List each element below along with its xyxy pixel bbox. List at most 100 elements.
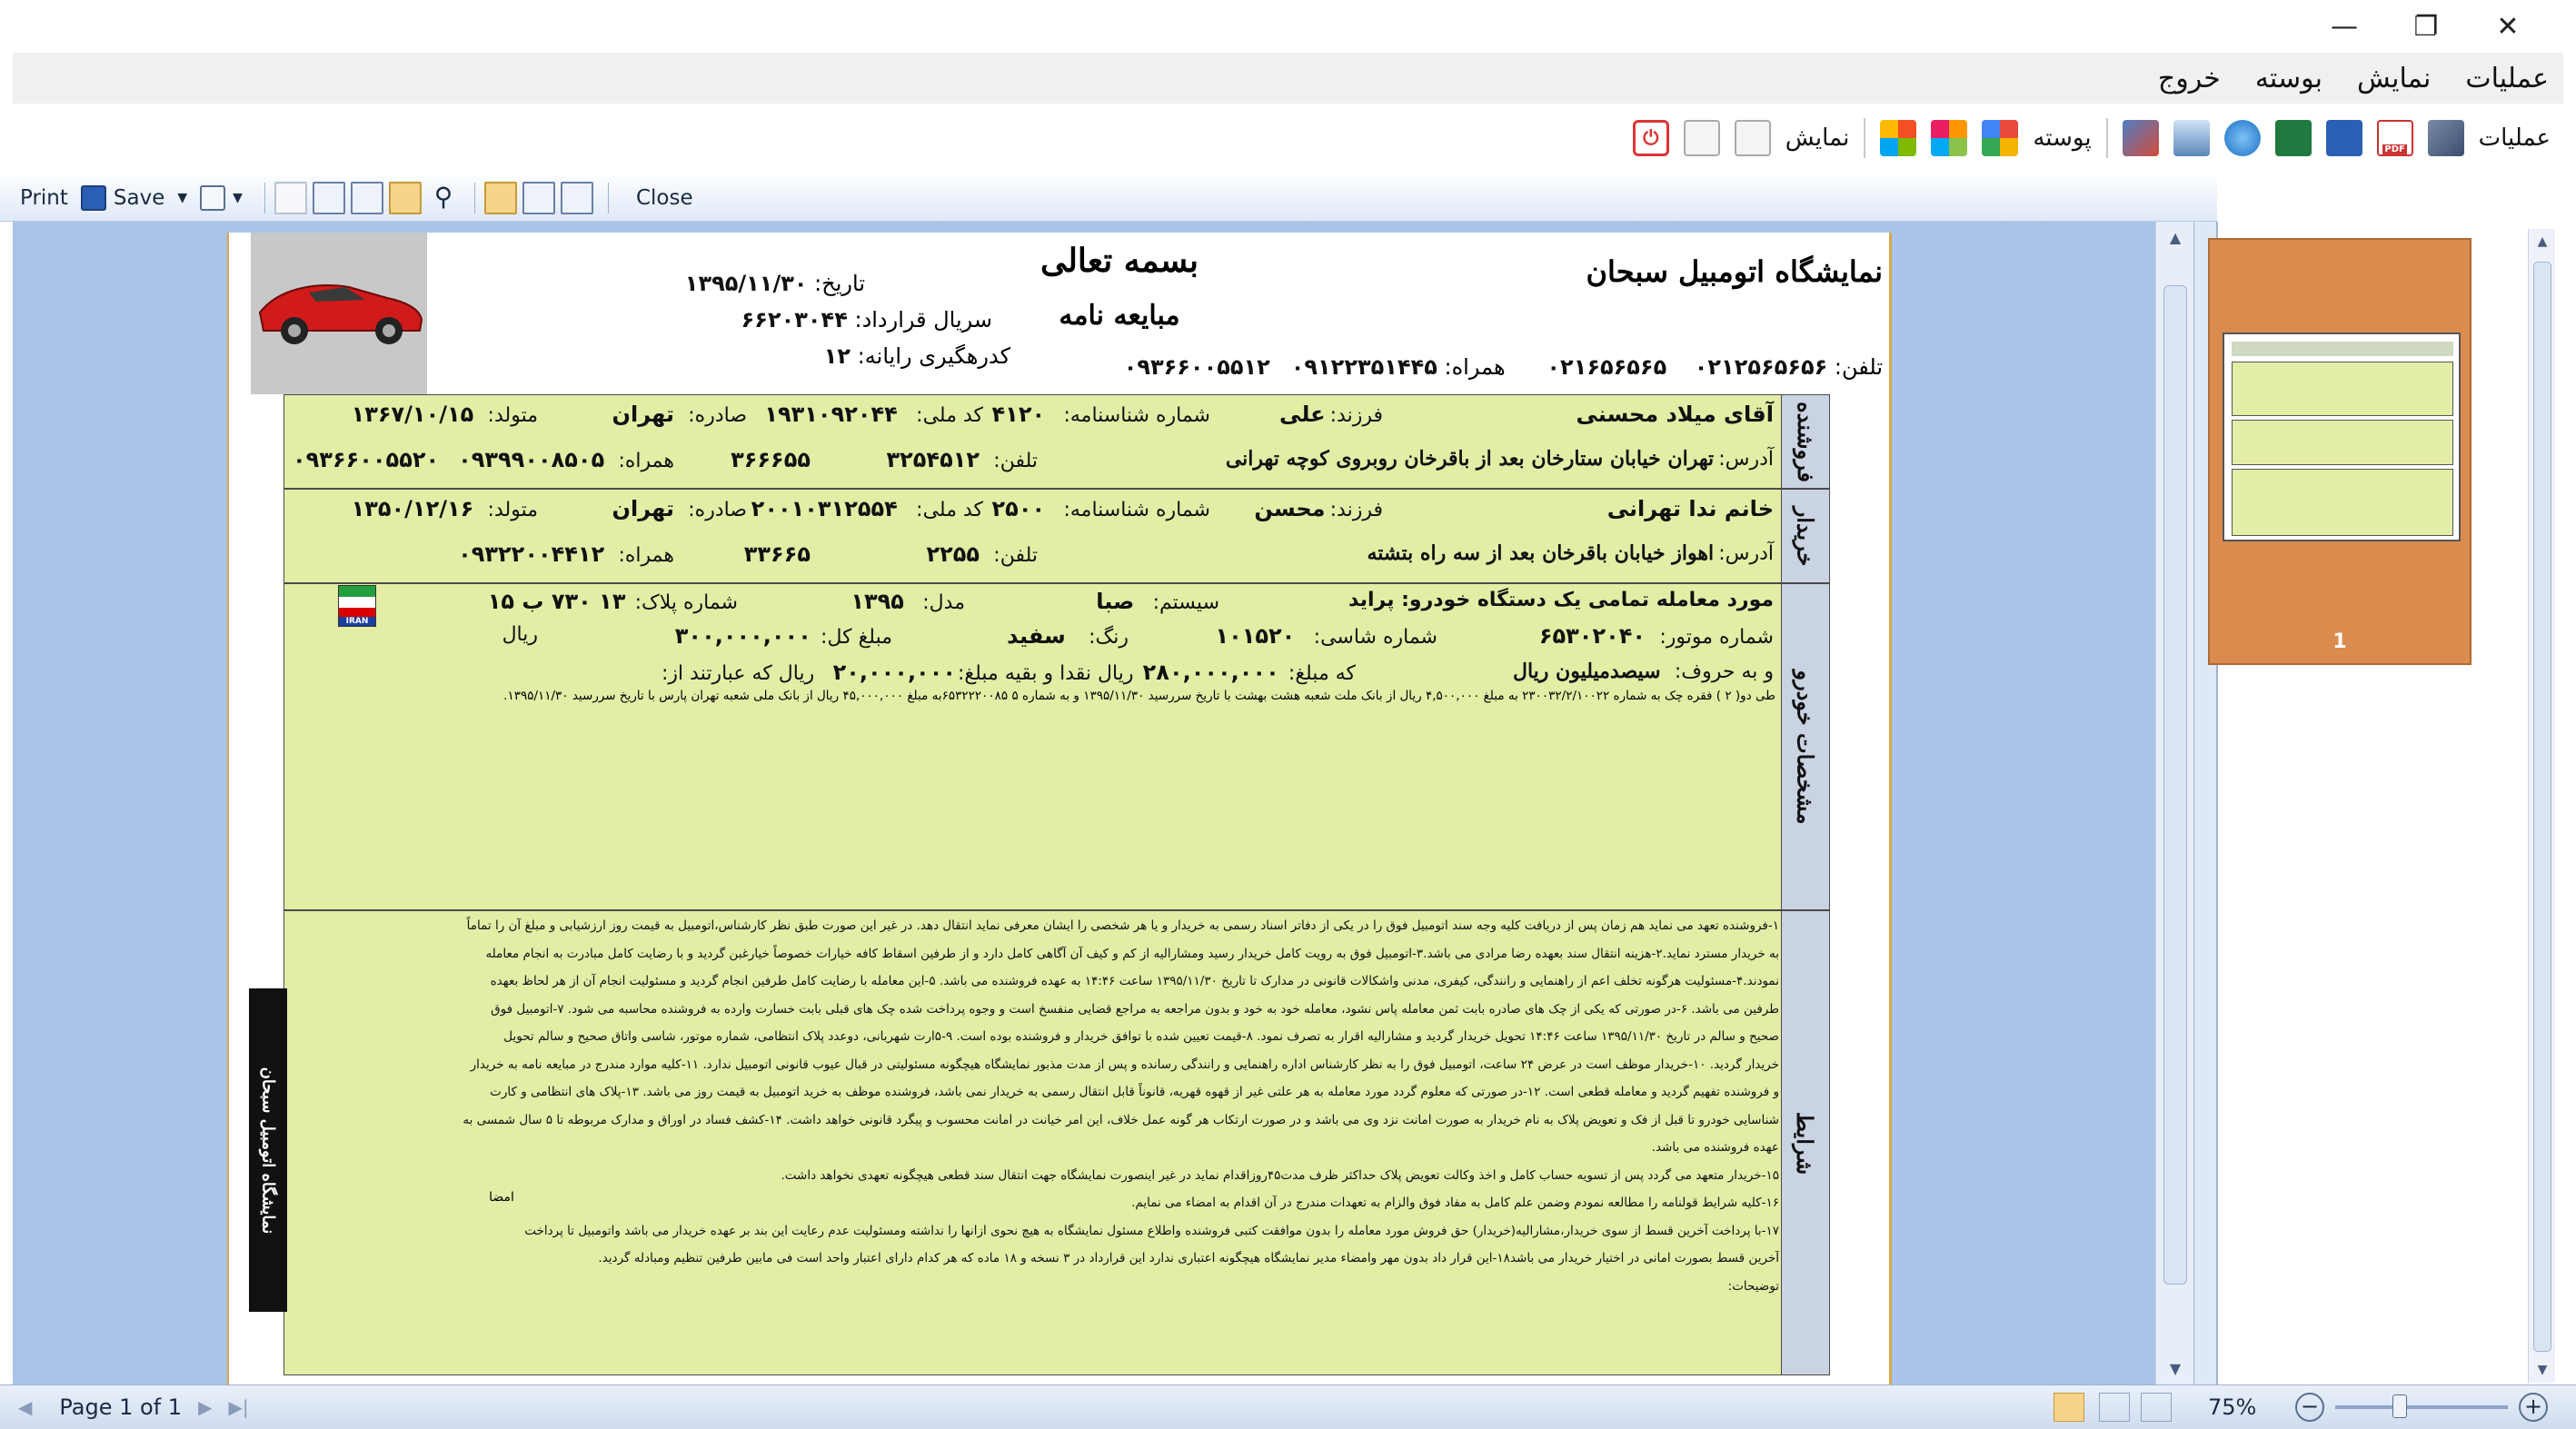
seller-phone: تلفن: ۳۲۵۴۵۱۲ — [886, 447, 1038, 472]
vehicle-total-currency: ریال — [502, 623, 538, 646]
thumbnail-page-1[interactable]: 1 — [2208, 238, 2472, 665]
continuous-page-icon[interactable] — [522, 181, 555, 214]
menu-view[interactable]: نمایش — [2357, 63, 2431, 94]
seller-address: آدرس: تهران خیابان ستارخان بعد از باقرخا… — [1225, 447, 1774, 471]
terms-line: و فروشنده تفهیم گردید و معامله قطعی است.… — [490, 1085, 1779, 1099]
toolbar-separator — [473, 182, 475, 213]
zoom-slider[interactable] — [2335, 1394, 2508, 1418]
image-icon[interactable] — [2122, 120, 2159, 156]
excel-icon[interactable] — [2274, 120, 2312, 156]
scroll-up-icon[interactable]: ▲ — [2156, 229, 2194, 246]
tracking-value: ۱۲ — [823, 343, 851, 369]
menu-bar: عملیات نمایش بوسته خروج — [13, 53, 2563, 104]
thumbnails-icon[interactable] — [350, 181, 383, 214]
seller-mobile: همراه: ۰۹۳۹۹۰۰۸۵۰۵ — [458, 447, 674, 472]
toolbar-operations-label[interactable]: عملیات — [2479, 124, 2551, 152]
view-single-icon[interactable] — [2054, 1393, 2084, 1422]
toolbar-skin-label[interactable]: پوسته — [2033, 124, 2091, 152]
vehicle-plate: شماره پلاک: ۱۳ ۷۳۰ ب ۱۵ — [487, 589, 738, 614]
window-icon[interactable] — [2173, 120, 2210, 156]
print-label: Print — [20, 185, 68, 210]
restore-button[interactable]: ❐ — [2390, 5, 2462, 47]
document-title: مبایعه نامه — [1059, 300, 1180, 332]
buyer-header: خریدار — [1781, 489, 1830, 583]
menu-exit[interactable]: خروج — [2158, 63, 2221, 94]
skin-color-icon[interactable] — [1982, 120, 2019, 156]
date-line: تاریخ: ۱۳۹۵/۱۱/۳۰ — [502, 271, 865, 296]
menu-operations[interactable]: عملیات — [2465, 63, 2549, 94]
close-window-button[interactable]: ✕ — [2472, 5, 2544, 47]
scroll-down-icon[interactable]: ▼ — [2156, 1360, 2194, 1377]
parameters-icon[interactable] — [312, 181, 345, 214]
browser-icon[interactable] — [2223, 120, 2261, 156]
single-page-icon[interactable] — [483, 181, 517, 214]
scrollbar-thumb[interactable] — [2163, 285, 2187, 1285]
word-icon[interactable] — [2325, 120, 2362, 156]
view-multiple-icon[interactable] — [2141, 1393, 2172, 1422]
find-icon[interactable]: ⚲ — [427, 182, 460, 214]
iran-flag-icon: IRAN — [338, 585, 376, 627]
scroll-up-icon[interactable]: ▲ — [2529, 234, 2556, 249]
terms-line: نمودند.۴-مسئولیت هرگونه تخلف اعم از راهن… — [490, 974, 1779, 988]
toolbar-separator — [2105, 118, 2108, 158]
terms-line: به خریدار مسترد نماید.۲-هزینه انتقال سند… — [485, 946, 1779, 961]
terms-line: طرفین می باشد. ۶-در صورتی که یکی از چک ه… — [491, 1001, 1779, 1017]
title-bar: — ❐ ✕ — [0, 0, 2576, 53]
buyer-phone: تلفن: ۲۲۵۵ — [926, 541, 1038, 567]
scrollbar-thumb[interactable] — [2533, 262, 2551, 1352]
icon-toolbar: عملیات PDF پوسته نمایش ⏻ — [13, 104, 2563, 173]
chevron-down-icon: ▼ — [233, 190, 243, 205]
toolbar-view-label[interactable]: نمایش — [1785, 124, 1850, 152]
print-button[interactable]: Print — [4, 185, 68, 211]
toolbar-separator — [264, 182, 265, 213]
signature-label: امضا — [489, 1190, 514, 1205]
toolbar-separator — [1864, 118, 1866, 158]
buyer-born: متولد: ۱۳۵۰/۱۲/۱۶ — [351, 496, 538, 521]
terms-line: ۱-فروشنده تعهد می نماید هم زمان پس از در… — [466, 918, 1779, 933]
pdf-icon[interactable]: PDF — [2376, 120, 2413, 156]
menu-skin[interactable]: بوسته — [2255, 63, 2322, 94]
chevron-down-icon: ▼ — [177, 190, 188, 205]
first-page-icon[interactable]: ◀ — [18, 1396, 32, 1418]
windows-logo-icon[interactable] — [1880, 120, 1917, 156]
bookmarks-icon[interactable] — [274, 181, 307, 214]
thumbnail-terms — [2232, 469, 2453, 536]
date-label: تاریخ: — [814, 271, 865, 296]
zoom-slider-thumb[interactable] — [2392, 1394, 2407, 1418]
terms-line: خریدار گردید. ۱۰-خریدار موظف است در عرض … — [470, 1057, 1779, 1072]
buyer-phone-2: ۳۳۶۶۵ — [743, 541, 811, 567]
close-preview-button[interactable]: Close — [636, 186, 693, 210]
vehicle-subject: مورد معامله تمامی یک دستگاه خودرو: پراید — [1348, 589, 1774, 611]
multiple-pages-icon[interactable] — [560, 181, 593, 214]
send-icon — [200, 184, 226, 211]
terms-line: صحیح و سالم در تاریخ ۱۳۹۵/۱۱/۳۰ ساعت ۱۴:… — [503, 1029, 1779, 1044]
minimize-button[interactable]: — — [2308, 5, 2381, 47]
terms-line: ۱۷-با پرداخت آخرین قسط از سوی خریدار،مشا… — [524, 1223, 1779, 1238]
report-scrollbar[interactable]: ▲ ▼ — [2155, 222, 2193, 1384]
save-button[interactable]: Save ▼ — [80, 184, 188, 211]
skin-grid-icon[interactable] — [1931, 120, 1968, 156]
pages-icon[interactable] — [1683, 120, 1720, 156]
zoom-in-icon[interactable]: + — [2519, 1393, 2548, 1422]
view-continuous-icon[interactable] — [2099, 1393, 2130, 1422]
seller-header: فروشنده — [1781, 394, 1830, 489]
thumbnail-scrollbar[interactable]: ▲ ▼ — [2528, 229, 2555, 1383]
phone-2: ۰۲۱۶۵۶۵۶۵ — [1547, 354, 1667, 380]
editor-icon[interactable] — [388, 181, 422, 214]
printer-icon[interactable] — [2427, 120, 2464, 156]
scroll-down-icon[interactable]: ▼ — [2529, 1363, 2556, 1377]
zoom-out-icon[interactable]: − — [2295, 1393, 2324, 1422]
power-icon[interactable]: ⏻ — [1632, 120, 1669, 156]
plate-country: IRAN — [345, 617, 369, 626]
next-page-icon[interactable]: ▶ — [198, 1396, 212, 1418]
company-name: نمایشگاه اتومبیل سبحان — [1586, 254, 1883, 289]
toolbar-separator — [607, 182, 609, 213]
vehicle-total: مبلغ کل: ۳۰۰,۰۰۰,۰۰۰ — [674, 623, 892, 649]
page-icon[interactable] — [1734, 120, 1771, 156]
send-button[interactable]: ▼ — [200, 184, 243, 211]
contract-serial-line: سریال قرارداد: ۶۶۲۰۳۰۴۴ — [502, 307, 992, 332]
heading: بسمه تعالی — [1039, 242, 1199, 280]
seller-mobile-2: ۰۹۳۶۶۰۰۵۵۲۰ — [293, 447, 440, 472]
last-page-icon[interactable]: ▶| — [228, 1396, 248, 1418]
report-viewer-toolbar: Print Save ▼ ▼ ⚲ Close — [0, 174, 2217, 222]
